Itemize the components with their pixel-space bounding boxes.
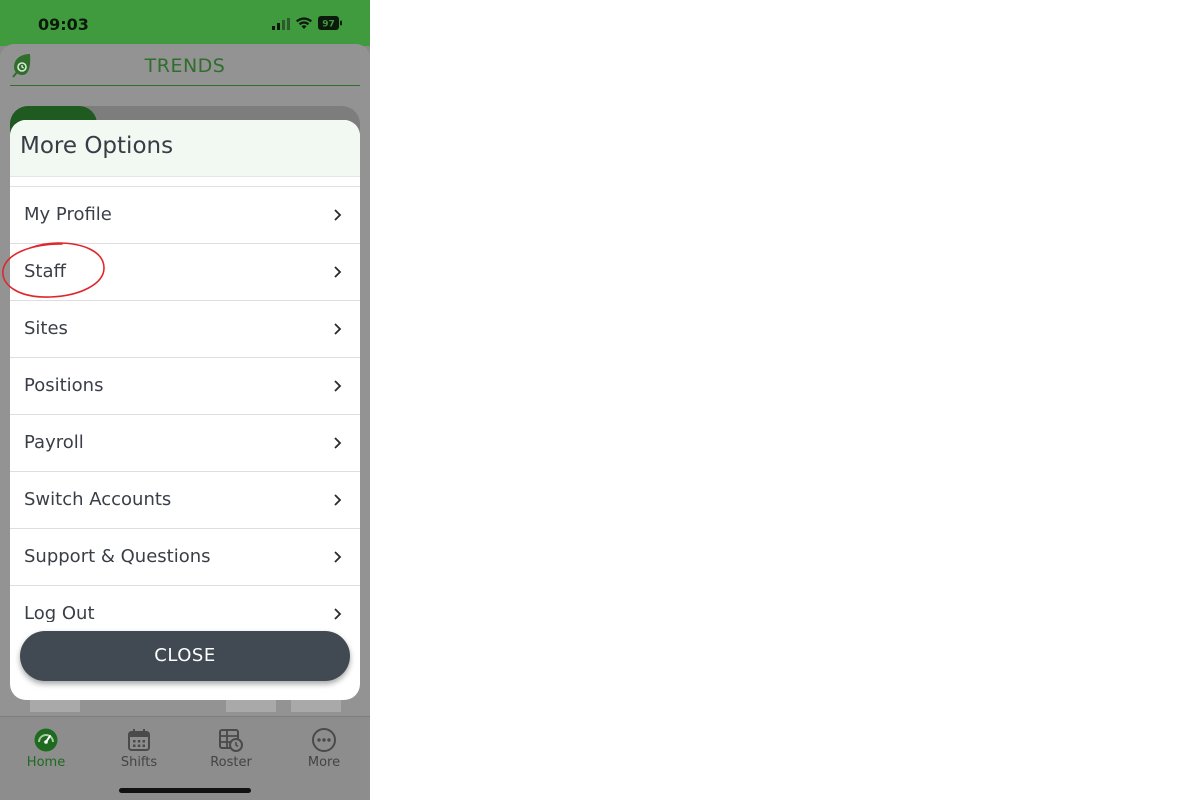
option-label: My Profile — [24, 204, 112, 225]
tab-roster[interactable]: Roster — [191, 727, 271, 770]
option-positions[interactable]: Positions — [10, 358, 360, 415]
status-bar: 09:03 97 — [0, 0, 370, 46]
background-element — [30, 698, 80, 712]
option-label: Log Out — [24, 603, 95, 622]
cellular-signal-icon — [272, 18, 290, 30]
battery-level: 97 — [322, 20, 335, 30]
chevron-right-icon — [334, 608, 342, 620]
option-sites[interactable]: Sites — [10, 301, 360, 358]
home-indicator[interactable] — [119, 788, 251, 793]
modal-title: More Options — [20, 133, 174, 159]
background-element — [291, 698, 341, 712]
option-label: Positions — [24, 375, 104, 396]
speedometer-icon — [34, 728, 58, 752]
option-my-profile[interactable]: My Profile — [10, 187, 360, 244]
option-payroll[interactable]: Payroll — [10, 415, 360, 472]
chevron-right-icon — [334, 266, 342, 278]
tab-label: Home — [26, 755, 66, 770]
title-divider — [10, 85, 360, 86]
option-switch-accounts[interactable]: Switch Accounts — [10, 472, 360, 529]
option-support-questions[interactable]: Support & Questions — [10, 529, 360, 586]
background-element — [226, 698, 276, 712]
chevron-right-icon — [334, 380, 342, 392]
red-circle-annotation — [2, 242, 105, 298]
roster-clock-icon — [219, 729, 243, 752]
close-button[interactable]: CLOSE — [20, 631, 350, 681]
more-dots-icon — [312, 728, 336, 752]
phone-screen: 09:03 97 TRENDS Home Shifts Roster More … — [0, 0, 370, 800]
tab-shifts[interactable]: Shifts — [99, 727, 179, 770]
chevron-right-icon — [334, 323, 342, 335]
app-title: TRENDS — [144, 55, 226, 77]
option-label: Sites — [24, 318, 68, 339]
calendar-icon — [128, 729, 150, 751]
battery-icon: 97 — [318, 16, 342, 30]
chevron-right-icon — [334, 437, 342, 449]
tab-label: More — [307, 755, 341, 770]
option-label: Support & Questions — [24, 546, 211, 567]
tab-home[interactable]: Home — [6, 727, 86, 770]
option-label: Payroll — [24, 432, 84, 453]
more-options-modal: More Options My Profile Staff Sites Posi… — [10, 120, 360, 700]
option-log-out[interactable]: Log Out — [10, 586, 360, 622]
tab-label: Roster — [210, 755, 252, 770]
chevron-right-icon — [334, 494, 342, 506]
chevron-right-icon — [334, 551, 342, 563]
status-time: 09:03 — [38, 15, 89, 34]
tab-label: Shifts — [120, 755, 158, 770]
tab-more[interactable]: More — [284, 727, 364, 770]
modal-header: More Options — [10, 120, 360, 177]
option-label: Switch Accounts — [24, 489, 172, 510]
wifi-icon — [296, 17, 312, 29]
chevron-right-icon — [334, 209, 342, 221]
